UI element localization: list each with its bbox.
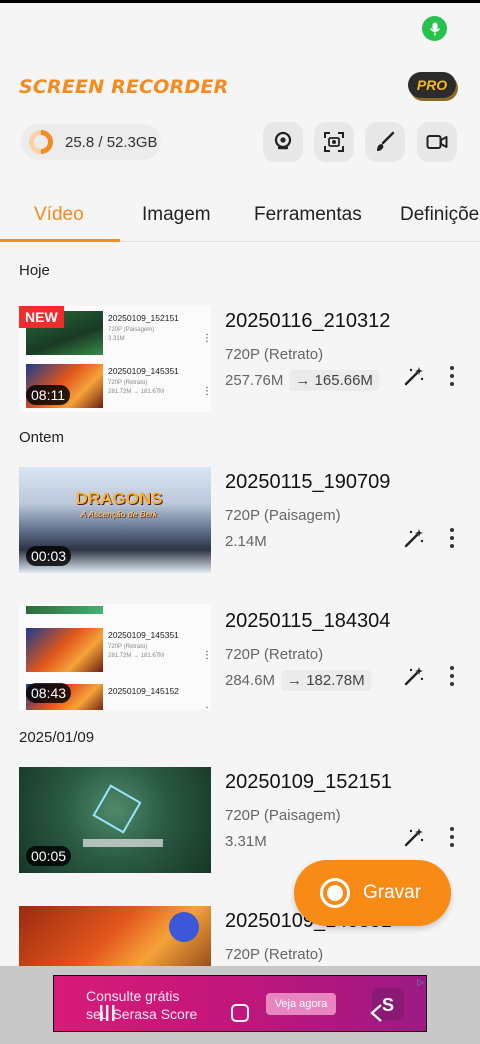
video-filename: 20250109_152151 xyxy=(225,771,392,793)
video-thumbnail[interactable]: DRAGONS A Ascenção de Berk 00:03 xyxy=(19,467,211,573)
back-icon[interactable] xyxy=(368,1003,384,1023)
mini-sub: 720P (Retrato) xyxy=(108,380,148,386)
storage-indicator[interactable]: 25.8 / 52.3GB xyxy=(21,124,161,160)
mini-sub2: 3.31M xyxy=(108,336,125,342)
tab-video[interactable]: Vídeo xyxy=(34,204,84,226)
magic-wand-icon[interactable] xyxy=(403,365,425,387)
mini-sub: 720P (Retrato) xyxy=(108,644,148,650)
tab-bar: Vídeo Imagem Ferramentas Definições xyxy=(0,196,480,242)
microphone-indicator xyxy=(422,16,447,41)
video-size: 257.76M → 165.66M xyxy=(225,370,379,391)
video-thumbnail[interactable] xyxy=(19,906,211,966)
duration-badge: 08:43 xyxy=(26,683,72,703)
video-size: 3.31M xyxy=(225,833,267,850)
mini-name: 20250109_145152 xyxy=(108,686,179,696)
thumbnail-hud xyxy=(83,839,163,847)
screen: SCREEN RECORDER PRO 25.8 / 52.3GB Vídeo xyxy=(0,0,480,1044)
more-options-button[interactable] xyxy=(447,826,457,848)
video-resolution: 720P (Paisagem) xyxy=(225,507,341,524)
ad-choices-icon[interactable]: ▷ xyxy=(417,977,424,988)
video-size: 2.14M xyxy=(225,533,267,550)
mini-name: 20250109_145351 xyxy=(108,366,179,376)
mini-more-icon: ⋮ xyxy=(202,650,211,661)
section-header-yesterday: Ontem xyxy=(19,429,65,446)
screenshot-icon xyxy=(324,132,344,152)
microphone-icon xyxy=(429,22,440,35)
video-filename: 20250115_190709 xyxy=(225,471,391,493)
video-resolution: 720P (Retrato) xyxy=(225,646,324,663)
magic-wand-icon[interactable] xyxy=(403,826,425,848)
thumbnail-overlay: DRAGONS A Ascenção de Berk xyxy=(49,489,189,525)
compressed-size: 182.78M xyxy=(306,672,365,689)
video-thumbnail[interactable]: NEW 20250109_152151 720P (Paisagem) 3.31… xyxy=(19,306,211,412)
original-size: 2.14M xyxy=(225,533,267,550)
camera-icon xyxy=(426,135,448,149)
mini-thumbnail xyxy=(26,628,103,672)
ad-cta-button[interactable]: Veja agora xyxy=(266,993,336,1015)
tab-image[interactable]: Imagem xyxy=(142,204,211,226)
magic-wand-icon[interactable] xyxy=(403,527,425,549)
video-filename: 20250116_210312 xyxy=(225,310,391,332)
brush-button[interactable] xyxy=(365,122,405,162)
video-resolution: 720P (Retrato) xyxy=(225,946,324,963)
video-size: 284.6M → 182.78M xyxy=(225,670,371,691)
thumbnail-mini-row: 20250109_145351 720P (Retrato) 281.72M →… xyxy=(26,628,211,674)
mini-sub2: 281.72M → 181.67M xyxy=(108,653,165,659)
record-label: Gravar xyxy=(363,882,422,903)
video-resolution: 720P (Paisagem) xyxy=(225,807,341,824)
more-options-button[interactable] xyxy=(447,665,457,687)
section-header-today: Hoje xyxy=(19,262,50,279)
brush-icon xyxy=(377,131,395,151)
thumbnail-subtitle: A Ascenção de Berk xyxy=(80,509,158,519)
app-title: SCREEN RECORDER xyxy=(19,76,229,98)
mini-name: 20250109_145351 xyxy=(108,630,179,640)
active-tab-indicator xyxy=(0,239,120,242)
record-button[interactable]: Gravar xyxy=(294,860,451,926)
magic-wand-icon[interactable] xyxy=(403,665,425,687)
thumbnail-title: DRAGONS xyxy=(75,489,163,508)
pro-badge[interactable]: PRO xyxy=(408,72,456,98)
duration-badge: 00:03 xyxy=(26,546,72,566)
mini-name: 20250109_152151 xyxy=(108,313,179,323)
section-header-date: 2025/01/09 xyxy=(19,729,95,746)
mini-sub2: 281.72M → 181.67M xyxy=(108,389,165,395)
new-badge: NEW xyxy=(19,306,64,328)
video-filename: 20250115_184304 xyxy=(225,610,391,632)
mini-more-icon: ⋮ xyxy=(202,333,211,344)
more-options-button[interactable] xyxy=(447,365,457,387)
map-pin-icon xyxy=(274,131,292,150)
duration-badge: 00:05 xyxy=(26,846,72,866)
duration-badge: 08:11 xyxy=(26,385,70,405)
video-resolution: 720P (Retrato) xyxy=(225,346,324,363)
mini-thumbnail xyxy=(26,606,103,614)
storage-text: 25.8 / 52.3GB xyxy=(65,133,158,151)
compressed-size: 165.66M xyxy=(314,372,373,389)
camera-button[interactable] xyxy=(417,122,457,162)
mini-sub: 720P (Paisagem) xyxy=(108,327,155,333)
tab-settings[interactable]: Definições xyxy=(400,204,480,226)
mini-more-icon: ⋮ xyxy=(202,386,211,397)
original-size: 257.76M xyxy=(225,372,284,389)
original-size: 3.31M xyxy=(225,833,267,850)
compressed-size-badge: → 165.66M xyxy=(289,370,379,391)
more-options-button[interactable] xyxy=(447,527,457,549)
floating-ball-button[interactable] xyxy=(263,122,303,162)
screenshot-button[interactable] xyxy=(314,122,354,162)
storage-ring-icon xyxy=(29,130,53,154)
thumbnail-object xyxy=(169,912,199,942)
video-thumbnail[interactable]: 20250109_145351 720P (Retrato) 281.72M →… xyxy=(19,604,211,710)
video-thumbnail[interactable]: 00:05 xyxy=(19,767,211,873)
tab-tools[interactable]: Ferramentas xyxy=(254,204,362,226)
home-icon[interactable] xyxy=(230,1003,250,1023)
recent-apps-icon[interactable] xyxy=(98,1003,116,1023)
compressed-size-badge: → 182.78M xyxy=(281,670,371,691)
original-size: 284.6M xyxy=(225,672,276,689)
status-bar xyxy=(0,0,480,3)
record-icon xyxy=(320,878,350,908)
mini-more-icon: ⋮ xyxy=(202,706,211,710)
